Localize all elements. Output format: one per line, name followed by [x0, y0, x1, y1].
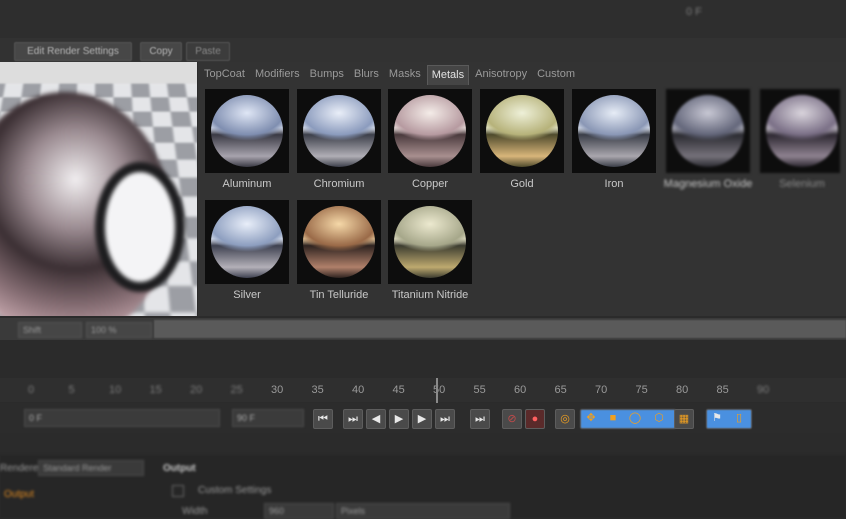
material-ball [394, 95, 466, 167]
width-label: Width [182, 506, 208, 517]
next-key-button[interactable]: ⏭ [435, 409, 455, 429]
ruler-tick: 70 [595, 384, 608, 396]
frame-label: 0 F [686, 6, 702, 18]
renderer-dropdown[interactable]: Standard Render [38, 460, 144, 476]
next-frame-button[interactable]: ▶ [412, 409, 432, 429]
tab-custom[interactable]: Custom [533, 65, 579, 85]
ruler-tick: 35 [311, 384, 324, 396]
ruler-tick: 25 [230, 384, 243, 396]
tab-anisotropy[interactable]: Anisotropy [471, 65, 531, 85]
material-swatch-magnesium-oxide[interactable] [666, 89, 750, 173]
custom-settings-checkbox[interactable] [172, 485, 184, 497]
tab-bumps[interactable]: Bumps [306, 65, 348, 85]
material-ball [486, 95, 558, 167]
previous-frame-button[interactable]: ◀ [366, 409, 386, 429]
ruler-tick: 30 [271, 384, 284, 396]
material-label: Selenium [779, 178, 825, 190]
ruler-tick: 40 [352, 384, 365, 396]
title-bar [0, 0, 846, 38]
ruler-tick: 50 [433, 384, 446, 396]
go-to-start-button[interactable]: ⏮ [313, 409, 333, 429]
tab-modifiers[interactable]: Modifiers [251, 65, 304, 85]
scheme-icon[interactable]: ▯ [730, 409, 748, 427]
timeline-ruler[interactable]: 0 5 10 15 20 25 30 35 40 45 50 55 60 65 70 75 80 85 90 [0, 378, 846, 402]
material-preview [0, 62, 197, 316]
units-dropdown[interactable]: Pixels [336, 503, 510, 519]
ruler-tick: 80 [676, 384, 689, 396]
ruler-tick: 20 [190, 384, 203, 396]
material-swatch-titanium-nitride[interactable] [388, 200, 472, 284]
width-field[interactable]: 960 [264, 503, 334, 519]
material-label: Titanium Nitride [391, 289, 469, 301]
material-swatch-gold[interactable] [480, 89, 564, 173]
pla-key-icon[interactable]: ▦ [674, 409, 694, 429]
start-frame-field[interactable]: 0 F [24, 409, 220, 427]
scale-key-icon[interactable]: ■ [604, 409, 622, 427]
material-swatch-silver[interactable] [205, 200, 289, 284]
material-ball [672, 95, 744, 167]
go-to-end-button[interactable]: ⏭ [470, 409, 490, 429]
ruler-tick: 45 [392, 384, 405, 396]
material-swatch-aluminum[interactable] [205, 89, 289, 173]
material-label: Copper [411, 178, 449, 190]
ruler-tick: 90 [757, 384, 770, 396]
previous-key-button[interactable]: ⏭ [343, 409, 363, 429]
timeline-icon[interactable]: ⚑ [708, 409, 726, 427]
keyframe-icon[interactable]: ◎ [555, 409, 575, 429]
ruler-tick: 85 [716, 384, 729, 396]
tab-blurs[interactable]: Blurs [350, 65, 383, 85]
material-label: Silver [233, 289, 261, 301]
ruler-tick: 10 [109, 384, 122, 396]
autokey-icon[interactable]: ⊘ [502, 409, 522, 429]
material-ball [578, 95, 650, 167]
tab-topcoat[interactable]: TopCoat [200, 65, 249, 85]
material-ball [303, 95, 375, 167]
material-swatch-selenium[interactable] [760, 89, 840, 173]
material-ball [766, 95, 838, 167]
edit-render-settings-button[interactable]: Edit Render Settings [14, 42, 132, 61]
material-swatch-chromium[interactable] [297, 89, 381, 173]
ruler-tick: 5 [68, 384, 75, 396]
ruler-tick: 60 [514, 384, 527, 396]
material-label: Gold [510, 178, 534, 190]
material-label: Magnesium Oxide [663, 178, 753, 190]
material-ball [211, 206, 283, 278]
ruler-tick: 75 [635, 384, 648, 396]
preview-sphere-highlight [95, 162, 185, 292]
material-ball [211, 95, 283, 167]
play-button[interactable]: ▶ [389, 409, 409, 429]
record-icon[interactable]: ● [525, 409, 545, 429]
attributes-manager: Renderer Standard Render Output Output C… [0, 455, 846, 519]
param-key-icon[interactable]: ⬡ [650, 409, 668, 427]
zoom-field[interactable]: 100 % [86, 322, 152, 338]
material-ball [394, 206, 466, 278]
material-label: Aluminum [222, 178, 272, 190]
material-label: Tin Telluride [309, 289, 369, 301]
material-swatch-iron[interactable] [572, 89, 656, 173]
material-tabs: TopCoat Modifiers Bumps Blurs Masks Meta… [200, 65, 581, 85]
renderer-label: Renderer [0, 463, 42, 474]
output-item[interactable]: Output [4, 489, 34, 500]
material-swatch-copper[interactable] [388, 89, 472, 173]
tab-masks[interactable]: Masks [385, 65, 425, 85]
copy-button[interactable]: Copy [140, 42, 182, 61]
shift-field[interactable]: Shift [18, 322, 82, 338]
ruler-tick: 65 [554, 384, 567, 396]
material-swatch-tin-telluride[interactable] [297, 200, 381, 284]
ruler-tick: 55 [473, 384, 486, 396]
material-label: Iron [604, 178, 624, 190]
section-title: Output [163, 463, 196, 474]
material-label: Chromium [313, 178, 365, 190]
end-frame-field[interactable]: 90 F [232, 409, 304, 427]
ruler-tick: 15 [149, 384, 162, 396]
paste-button[interactable]: Paste [186, 42, 230, 61]
material-ball [303, 206, 375, 278]
custom-settings-label: Custom Settings [198, 485, 272, 496]
move-key-icon[interactable]: ✥ [582, 409, 600, 427]
preview-slider[interactable] [154, 320, 846, 338]
tab-metals[interactable]: Metals [426, 65, 470, 85]
playhead[interactable] [436, 378, 438, 404]
ruler-tick: 0 [28, 384, 35, 396]
rotate-key-icon[interactable]: ◯ [626, 409, 644, 427]
